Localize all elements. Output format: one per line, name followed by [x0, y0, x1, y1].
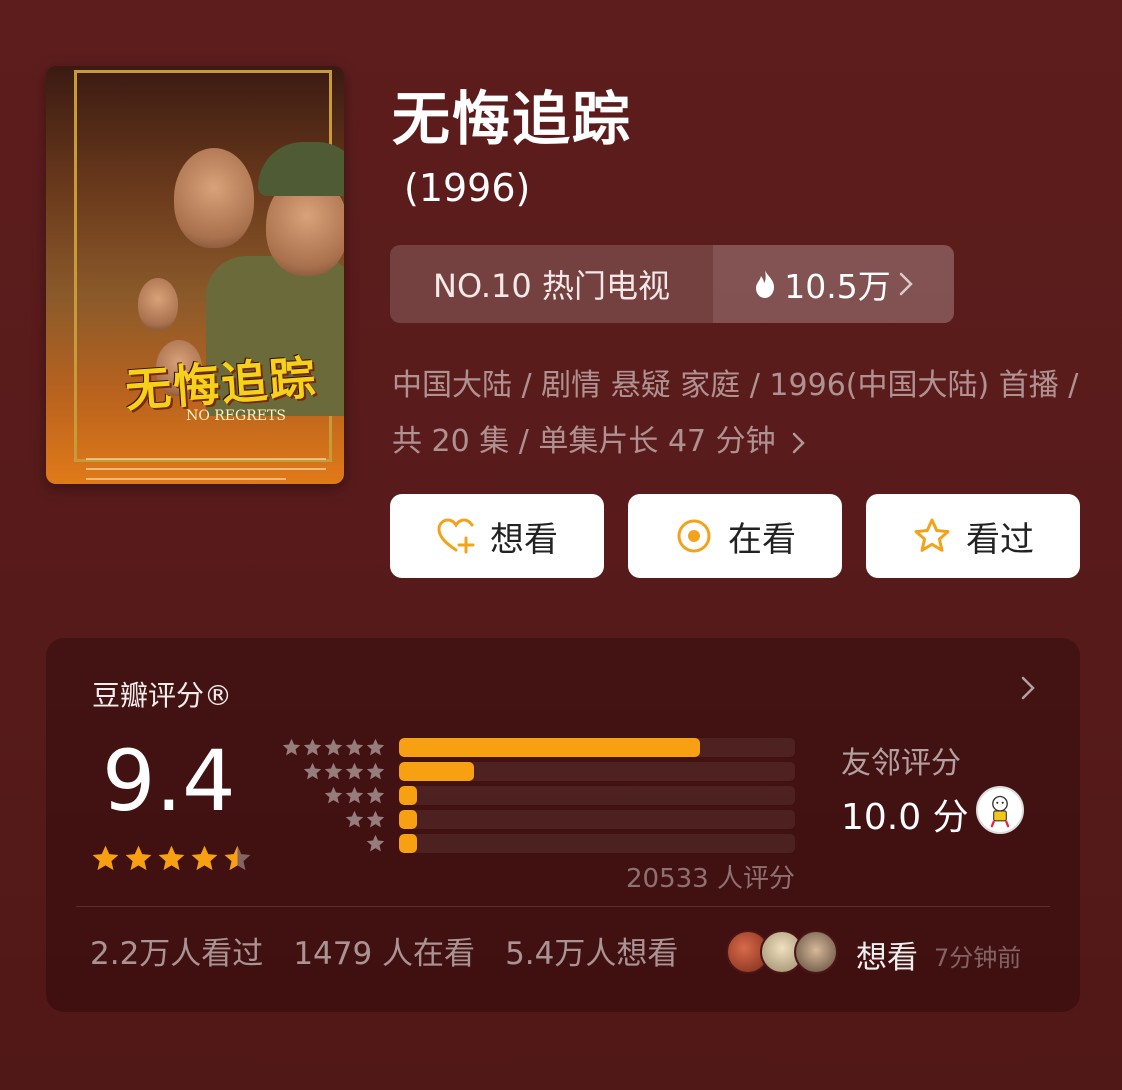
watching-button[interactable]: 在看	[628, 494, 842, 578]
rating-bar-fill	[399, 762, 475, 781]
poster-image[interactable]: 无悔追踪 NO REGRETS	[46, 66, 344, 484]
rating-card[interactable]: 豆瓣评分® 9.4 20533 人评分 友邻评分 10.0 分 2.2万人看过 …	[46, 638, 1080, 1012]
row-stars	[302, 761, 386, 783]
star-icon	[345, 810, 364, 828]
star-icon	[324, 738, 343, 756]
row-stars	[365, 833, 386, 855]
row-stars	[344, 809, 386, 831]
star-icon	[345, 738, 364, 756]
chevron-right-icon[interactable]	[1020, 674, 1036, 702]
rating-bar-track	[399, 810, 795, 829]
friends-rating-score: 10.0 分	[841, 797, 969, 838]
cartoon-avatar-icon	[990, 795, 1010, 828]
poster-text-line	[86, 458, 326, 460]
rating-bar-track	[399, 738, 795, 757]
poster-subtitle-art: NO REGRETS	[186, 408, 286, 424]
star-icon	[224, 845, 251, 871]
star-icon	[125, 845, 152, 871]
rating-bar-fill	[399, 834, 417, 853]
hot-count-button[interactable]: 10.5万	[713, 245, 954, 323]
rating-bar-fill	[399, 786, 417, 805]
row-stars	[281, 737, 386, 759]
recent-action: 想看	[856, 940, 918, 976]
rank-label[interactable]: NO.10 热门电视	[390, 245, 713, 323]
heart-plus-icon	[437, 518, 475, 554]
poster-text-line	[86, 478, 286, 480]
star-icon	[366, 786, 385, 804]
star-icon	[366, 738, 385, 756]
star-icon	[324, 762, 343, 780]
watching-count: 1479 人在看	[293, 936, 476, 972]
meta-text: 中国大陆 / 剧情 悬疑 家庭 / 1996(中国大陆) 首播 / 共 20 集…	[392, 368, 1079, 459]
rating-bar-track	[399, 762, 795, 781]
rating-bar-fill	[399, 810, 417, 829]
star-icon	[303, 738, 322, 756]
divider	[76, 906, 1050, 907]
friend-avatar[interactable]	[976, 786, 1024, 834]
star-icon	[191, 845, 218, 871]
star-icon	[92, 845, 119, 871]
poster-text-line	[86, 468, 326, 470]
want-button[interactable]: 想看	[390, 494, 604, 578]
rating-label: 豆瓣评分®	[92, 679, 233, 712]
chevron-right-icon	[792, 432, 805, 453]
poster-face-3	[138, 278, 178, 330]
rank-bar[interactable]: NO.10 热门电视 10.5万	[390, 245, 954, 323]
star-icon	[282, 738, 301, 756]
star-icon	[158, 845, 185, 871]
hot-value: 10.5万	[784, 267, 891, 306]
want-count: 5.4万人想看	[505, 936, 679, 972]
avatar[interactable]	[794, 930, 838, 974]
watched-button[interactable]: 看过	[866, 494, 1080, 578]
watched-count: 2.2万人看过	[90, 936, 264, 972]
rating-count: 20533 人评分	[626, 864, 795, 894]
flame-icon	[756, 270, 775, 298]
watch-stats: 2.2万人看过 1479 人在看 5.4万人想看	[90, 928, 678, 973]
meta-info[interactable]: 中国大陆 / 剧情 悬疑 家庭 / 1996(中国大陆) 首播 / 共 20 集…	[392, 358, 1082, 470]
chevron-right-icon	[899, 272, 913, 296]
want-label: 想看	[490, 519, 558, 560]
rating-distribution	[280, 738, 800, 868]
star-icon	[345, 786, 364, 804]
target-icon	[677, 519, 711, 553]
star-icon	[303, 762, 322, 780]
rating-stars	[90, 843, 253, 874]
row-stars	[323, 785, 386, 807]
recent-user-avatars[interactable]	[726, 930, 838, 974]
friends-rating-label: 友邻评分	[841, 746, 961, 781]
star-outline-icon	[914, 518, 950, 552]
poster-face-1	[174, 148, 254, 248]
movie-year: (1996)	[404, 166, 531, 210]
star-icon	[366, 834, 385, 852]
movie-title: 无悔追踪	[392, 85, 633, 153]
watching-label: 在看	[728, 519, 796, 560]
watched-label: 看过	[966, 519, 1034, 560]
rating-bar-fill	[399, 738, 700, 757]
rating-bar-track	[399, 834, 795, 853]
star-icon	[366, 762, 385, 780]
star-icon	[324, 786, 343, 804]
rating-bar-track	[399, 786, 795, 805]
rating-score: 9.4	[102, 732, 236, 830]
star-icon	[345, 762, 364, 780]
star-icon	[366, 810, 385, 828]
recent-time: 7分钟前	[934, 944, 1022, 972]
